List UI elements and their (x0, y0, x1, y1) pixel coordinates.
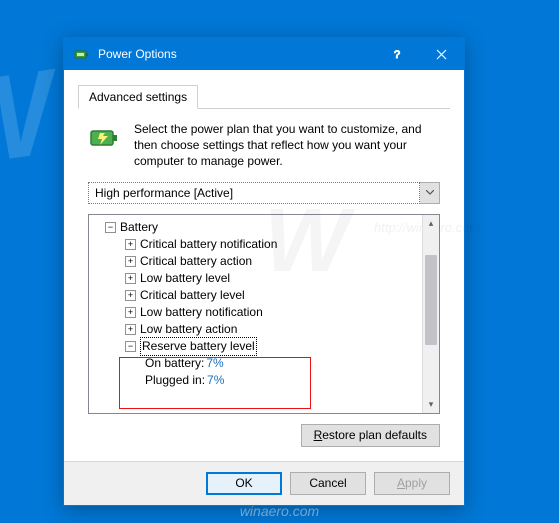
cancel-button[interactable]: Cancel (290, 472, 366, 495)
background-watermark-w: W (0, 43, 62, 195)
tree-label: Low battery notification (140, 304, 263, 321)
tab-strip: Advanced settings (78, 84, 450, 109)
dialog-footer: OK Cancel Apply (64, 461, 464, 505)
tree-label: Low battery action (140, 321, 237, 338)
battery-icon (74, 46, 90, 62)
tab-advanced-settings[interactable]: Advanced settings (78, 85, 198, 109)
vertical-scrollbar[interactable]: ▴ ▾ (422, 215, 439, 413)
expand-icon[interactable]: + (125, 256, 136, 267)
description-row: Select the power plan that you want to c… (78, 121, 450, 182)
ok-button[interactable]: OK (206, 472, 282, 495)
tree-label-selected: Reserve battery level (140, 337, 257, 356)
power-plan-icon (88, 121, 122, 170)
collapse-icon[interactable]: − (105, 222, 116, 233)
settings-tree: − Battery + Critical battery notificatio… (88, 214, 440, 414)
tree-item-low-level[interactable]: + Low battery level (91, 270, 420, 287)
tree-value-on-battery[interactable]: On battery: 7% (91, 355, 420, 372)
power-plan-dropdown[interactable]: High performance [Active] (88, 182, 440, 204)
setting-value: 7% (206, 355, 223, 372)
tree-label: Battery (120, 219, 158, 236)
tree-item-low-action[interactable]: + Low battery action (91, 321, 420, 338)
power-options-dialog: Power Options ? W http://winaero.com Adv… (63, 37, 465, 506)
description-text: Select the power plan that you want to c… (134, 121, 440, 170)
tree-item-battery[interactable]: − Battery (91, 219, 420, 236)
tree-label: Critical battery action (140, 253, 252, 270)
expand-icon[interactable]: + (125, 290, 136, 301)
tree-item-critical-notification[interactable]: + Critical battery notification (91, 236, 420, 253)
tree-content[interactable]: − Battery + Critical battery notificatio… (89, 215, 422, 413)
expand-icon[interactable]: + (125, 239, 136, 250)
tree-item-reserve-level[interactable]: − Reserve battery level (91, 338, 420, 355)
setting-label: On battery: (145, 355, 204, 372)
tree-value-plugged-in[interactable]: Plugged in: 7% (91, 372, 420, 389)
power-plan-selected: High performance [Active] (88, 182, 420, 204)
tree-label: Critical battery notification (140, 236, 277, 253)
restore-row: Restore plan defaults (78, 414, 450, 447)
tree-label: Critical battery level (140, 287, 245, 304)
power-plan-selector-row: High performance [Active] (78, 182, 450, 214)
chevron-down-icon[interactable] (420, 182, 440, 204)
tree-label: Low battery level (140, 270, 230, 287)
tree-item-low-notification[interactable]: + Low battery notification (91, 304, 420, 321)
tree-item-critical-level[interactable]: + Critical battery level (91, 287, 420, 304)
setting-value: 7% (207, 372, 224, 389)
tree-item-critical-action[interactable]: + Critical battery action (91, 253, 420, 270)
expand-icon[interactable]: + (125, 324, 136, 335)
apply-button[interactable]: Apply (374, 472, 450, 495)
help-button[interactable]: ? (374, 38, 419, 70)
titlebar[interactable]: Power Options ? (64, 38, 464, 70)
scroll-up-icon[interactable]: ▴ (423, 215, 439, 232)
close-button[interactable] (419, 38, 464, 70)
collapse-icon[interactable]: − (125, 341, 136, 352)
expand-icon[interactable]: + (125, 307, 136, 318)
svg-text:?: ? (394, 49, 400, 60)
setting-label: Plugged in: (145, 372, 205, 389)
dialog-body: W http://winaero.com Advanced settings S… (64, 70, 464, 461)
scroll-down-icon[interactable]: ▾ (423, 396, 439, 413)
restore-defaults-button[interactable]: Restore plan defaults (301, 424, 440, 447)
scroll-thumb[interactable] (425, 255, 437, 345)
window-title: Power Options (98, 47, 374, 61)
expand-icon[interactable]: + (125, 273, 136, 284)
